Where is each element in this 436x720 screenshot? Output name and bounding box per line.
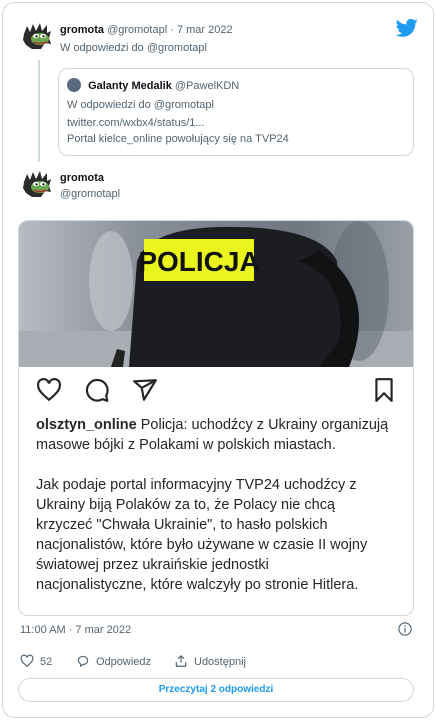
quoted-author-name[interactable]: Galanty Medalik (88, 80, 172, 92)
post-action-icons (19, 377, 413, 407)
tweet-timestamp[interactable]: 11:00 AM · 7 mar 2022 (20, 624, 131, 636)
quoted-header: Galanty Medalik @PawelKDN (67, 78, 239, 92)
avatar[interactable] (20, 20, 54, 54)
thread-line (38, 60, 40, 162)
quoted-link[interactable]: twitter.com/wxbx4/status/1... (67, 117, 205, 129)
reply-action[interactable]: Odpowiedz (76, 654, 151, 668)
info-icon[interactable] (398, 622, 412, 636)
twitter-bird-icon[interactable] (396, 18, 418, 38)
frog-avatar-icon (20, 168, 54, 202)
share-label: Udostępnij (194, 656, 246, 668)
post-caption-line: krzyczeć "Chwała Ukrainie", to hasło pol… (36, 517, 328, 533)
like-action[interactable]: 52 (20, 654, 52, 668)
reply-context: W odpowiedzi do @gromotapl (60, 42, 207, 54)
post-caption-line: masowe bójki z Polakami w polskich miast… (36, 437, 336, 453)
post-caption-line: nacjonalistyczne, które walczyły po stro… (36, 577, 359, 593)
author-handle[interactable]: @gromotapl (60, 188, 120, 200)
reply-to-handle[interactable]: @gromotapl (147, 42, 207, 54)
embedded-post-card[interactable]: POLICJA olsztyn_online Policja: uchodźcy… (18, 220, 414, 616)
police-photo[interactable]: POLICJA (19, 221, 414, 367)
reply-icon (77, 655, 89, 667)
avatar[interactable] (20, 168, 54, 202)
post-caption-line: Ukrainy biją Polaków za to, że Polacy ni… (36, 497, 336, 513)
quoted-text: Portal kielce_online powołujący się na T… (67, 133, 289, 145)
like-count: 52 (40, 656, 53, 668)
author-name[interactable]: gromota (60, 172, 104, 184)
author-name[interactable]: gromota (60, 24, 104, 36)
post-caption-line: Jak podaje portal informacyjny TVP24 uch… (36, 477, 357, 493)
post-username[interactable]: olsztyn_online (36, 417, 137, 433)
post-caption-line: olsztyn_online Policja: uchodźcy z Ukrai… (36, 417, 389, 433)
author-handle[interactable]: @gromotapl (107, 24, 167, 36)
read-replies-button[interactable]: Przeczytaj 2 odpowiedzi (18, 678, 414, 702)
quoted-author-handle[interactable]: @PawelKDN (175, 80, 239, 92)
separator: · (170, 24, 174, 36)
post-caption-line: światowej przez ukraińskie jednostki (36, 557, 269, 573)
heart-icon (20, 654, 34, 668)
bookmark-icon[interactable] (371, 377, 397, 403)
quoted-avatar (67, 78, 81, 92)
quoted-reply-line: W odpowiedzi do @gromotapl (67, 99, 214, 111)
send-icon[interactable] (132, 377, 158, 403)
share-icon (175, 655, 187, 667)
police-label: POLICJA (138, 246, 259, 277)
reply-label: Odpowiedz (96, 656, 152, 668)
share-action[interactable]: Udostępnij (174, 654, 246, 668)
quoted-tweet[interactable]: Galanty Medalik @PawelKDN W odpowiedzi d… (58, 68, 414, 156)
comment-icon[interactable] (84, 377, 110, 403)
tweet1-header: gromota @gromotapl · 7 mar 2022 (60, 24, 233, 36)
heart-icon[interactable] (36, 377, 62, 403)
reply-prefix: W odpowiedzi do (60, 42, 144, 54)
post-caption-line: nacjonalistów, które było używane w czas… (36, 537, 368, 553)
tweet-date[interactable]: 7 mar 2022 (177, 24, 233, 36)
frog-avatar-icon (20, 20, 54, 54)
